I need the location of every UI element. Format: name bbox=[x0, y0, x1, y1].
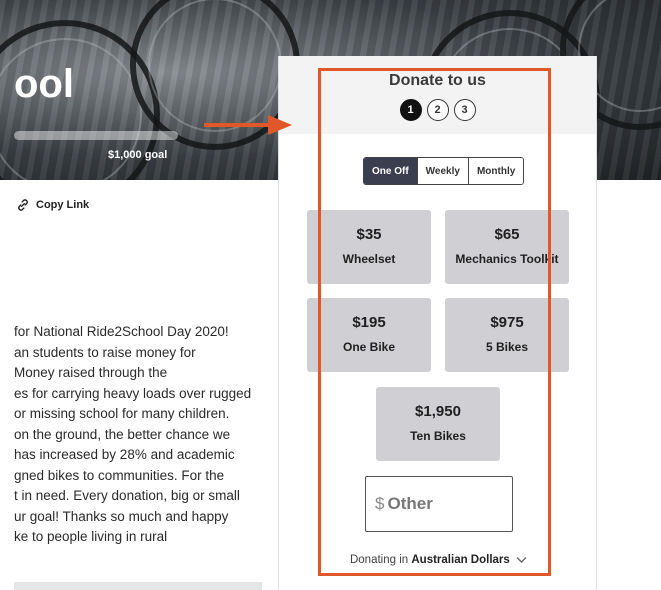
story-line: gned bikes to communities. For the bbox=[14, 467, 225, 483]
amount-option-35[interactable]: $35 Wheelset bbox=[307, 210, 431, 284]
story-line: Money raised through the bbox=[14, 365, 168, 380]
currency-selector[interactable]: Donating in Australian Dollars bbox=[279, 554, 598, 566]
story-line: for National Ride2School Day 2020! bbox=[14, 324, 229, 339]
campaign-title: ool bbox=[14, 62, 74, 106]
currency-symbol: $ bbox=[375, 494, 385, 513]
frequency-monthly-button[interactable]: Monthly bbox=[467, 158, 524, 184]
story-line: ur goal! Thanks so much and happy bbox=[14, 508, 229, 524]
story-line: on the ground, the better chance we bbox=[14, 426, 231, 442]
frequency-weekly-button[interactable]: Weekly bbox=[416, 158, 468, 184]
amount-option-195[interactable]: $195 One Bike bbox=[307, 298, 431, 372]
link-icon bbox=[18, 199, 28, 211]
amount-option-1950[interactable]: $1,950 Ten Bikes bbox=[376, 387, 500, 461]
step-3: 3 bbox=[453, 99, 476, 121]
donate-title: Donate to us bbox=[389, 72, 486, 89]
amount-value: $1,950 bbox=[415, 403, 461, 420]
amount-value: $975 bbox=[490, 314, 524, 331]
frequency-one-off-button[interactable]: One Off bbox=[364, 158, 417, 184]
story-line: has increased by 28% and academic bbox=[14, 447, 235, 462]
donate-panel: Donate to us 1 2 3 One Off Weekly Monthl… bbox=[278, 56, 597, 590]
copy-link-button[interactable]: Copy Link bbox=[16, 198, 89, 212]
amount-value: $65 bbox=[494, 226, 520, 243]
amount-option-975[interactable]: $975 5 Bikes bbox=[445, 298, 569, 372]
frequency-toggle: One Off Weekly Monthly bbox=[363, 157, 525, 185]
story-line: or missing school for many children. bbox=[14, 406, 230, 421]
story-line: t in need. Every donation, big or small bbox=[14, 488, 240, 503]
amount-value: $35 bbox=[356, 226, 382, 243]
currency-name[interactable]: Australian Dollars bbox=[411, 554, 509, 566]
step-indicator: 1 2 3 bbox=[279, 99, 596, 121]
step-2: 2 bbox=[426, 99, 449, 121]
copy-link-label: Copy Link bbox=[36, 199, 90, 211]
amount-label: Mechanics Toolkit bbox=[455, 252, 559, 266]
goal-amount: $1,000 goal bbox=[108, 149, 168, 161]
chevron-down-icon[interactable] bbox=[516, 556, 527, 564]
donate-header: Donate to us 1 2 3 bbox=[279, 56, 596, 134]
content-divider bbox=[14, 582, 262, 590]
step-1: 1 bbox=[399, 99, 422, 121]
annotation-arrow-icon bbox=[204, 115, 292, 135]
campaign-story: for National Ride2School Day 2020! an st… bbox=[14, 322, 274, 548]
other-amount-field[interactable]: $ bbox=[365, 476, 513, 532]
amount-label: One Bike bbox=[342, 340, 396, 354]
story-line: ke to people living in rural bbox=[14, 529, 168, 544]
story-line: an students to raise money for bbox=[14, 344, 196, 360]
other-amount-input[interactable] bbox=[387, 494, 498, 514]
fundraising-progress-bar bbox=[14, 131, 178, 140]
amount-label: 5 Bikes bbox=[485, 340, 529, 354]
story-line: es for carrying heavy loads over rugged bbox=[14, 385, 252, 401]
amount-label: Wheelset bbox=[342, 252, 396, 266]
currency-prefix: Donating in bbox=[349, 554, 409, 566]
amount-option-65[interactable]: $65 Mechanics Toolkit bbox=[445, 210, 569, 284]
amount-label: Ten Bikes bbox=[410, 429, 466, 443]
amount-value: $195 bbox=[352, 314, 386, 331]
